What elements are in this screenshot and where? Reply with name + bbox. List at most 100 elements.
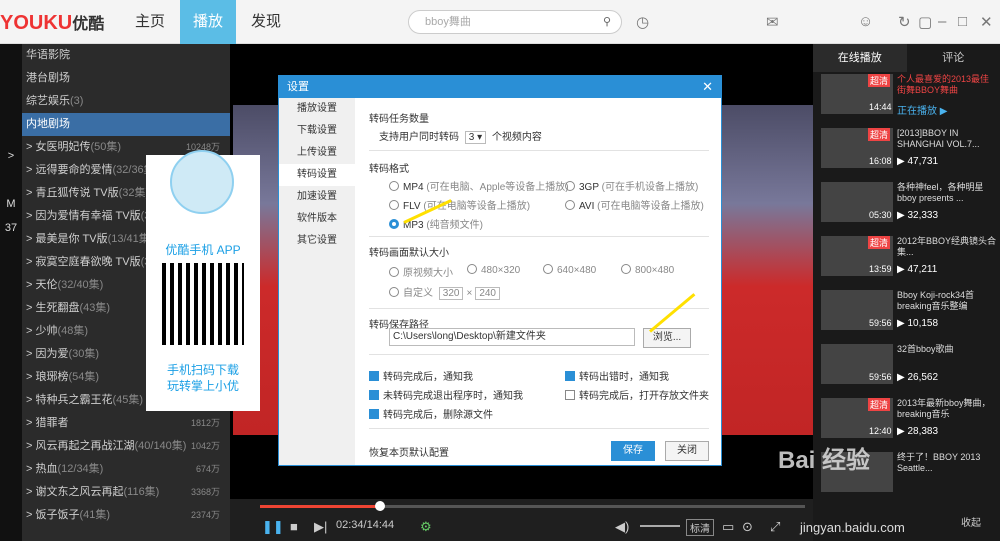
size-480[interactable]: 480×320: [467, 264, 520, 276]
sidebar-item-label: > 远得要命的爱情: [26, 164, 113, 176]
opt-notify-error[interactable]: 转码出错时，通知我: [565, 368, 669, 383]
dialog-nav-item[interactable]: 播放设置: [279, 98, 355, 120]
custom-width-input[interactable]: 320: [438, 287, 464, 300]
sidebar-item-count: (40/140集): [134, 440, 187, 452]
left-strip-item[interactable]: M: [0, 192, 22, 216]
playlist-title: 2013年最新bboy舞曲，breaking音乐: [897, 398, 991, 419]
dialog-nav-item[interactable]: 软件版本: [279, 208, 355, 230]
message-icon[interactable]: ✉: [766, 13, 779, 31]
dialog-nav-item[interactable]: 加速设置: [279, 186, 355, 208]
close-button[interactable]: 关闭: [665, 441, 709, 461]
sidebar-item[interactable]: > 热血(12/34集) 674万: [22, 458, 230, 481]
sidebar-item[interactable]: 内地剧场: [22, 113, 230, 136]
left-strip-item[interactable]: >: [0, 144, 22, 168]
dialog-nav-item[interactable]: 上传设置: [279, 142, 355, 164]
size-custom[interactable]: 自定义 320 × 240: [389, 284, 503, 300]
dialog-nav-item[interactable]: 其它设置: [279, 230, 355, 252]
left-strip-item[interactable]: [0, 72, 22, 96]
skin-icon[interactable]: ▢: [918, 13, 932, 31]
search-input[interactable]: bboy舞曲 ⚲: [408, 10, 622, 34]
user-icon[interactable]: ☺: [858, 13, 873, 30]
tab-online-play[interactable]: 在线播放: [813, 44, 907, 72]
sidebar-item[interactable]: 综艺娱乐(3): [22, 90, 230, 113]
left-strip-item[interactable]: [0, 48, 22, 72]
progress-bar[interactable]: [260, 501, 805, 511]
sidebar-item[interactable]: > 风云再起之再战江湖(40/140集) 1042万: [22, 435, 230, 458]
format-3gp[interactable]: 3GP (可在手机设备上播放): [565, 178, 698, 193]
dialog-nav-item[interactable]: 下载设置: [279, 120, 355, 142]
dialog-nav-item[interactable]: 转码设置: [279, 164, 355, 186]
playlist-item[interactable]: 超清 16:08 [2013]BBOY IN SHANGHAI VOL.7... ▶ …: [821, 128, 996, 182]
collapse-button[interactable]: 收起: [961, 514, 981, 529]
opt-delete-source[interactable]: 转码完成后，删除源文件: [369, 406, 493, 421]
playlist-views: ▶ 10,158: [897, 318, 939, 329]
sidebar-item-count: (12/34集): [57, 463, 104, 475]
playlist-title: 32首bboy歌曲: [897, 344, 954, 354]
sidebar-item-label: > 谢文东之风云再起: [26, 486, 124, 498]
sidebar-item[interactable]: 华语影院: [22, 44, 230, 67]
top-bar: YOUKU优酷 主页 播放 发现 bboy舞曲 ⚲ ◷ ✉ ☺ ↻ ▢ – □ ✕: [0, 0, 1000, 44]
opt-notify-done[interactable]: 转码完成后，通知我: [369, 368, 473, 383]
save-button[interactable]: 保存: [611, 441, 655, 461]
task-prefix: 支持用户同时转码: [379, 132, 459, 143]
sidebar-item[interactable]: > 猎罪者 1812万: [22, 412, 230, 435]
tab-play[interactable]: 播放: [180, 0, 236, 44]
folder-icon[interactable]: ▭: [722, 519, 734, 535]
search-icon[interactable]: ⚲: [603, 11, 611, 33]
save-path-input[interactable]: C:\Users\long\Desktop\新建文件夹: [389, 328, 635, 346]
dialog-close-icon[interactable]: ✕: [702, 76, 713, 98]
tab-comments[interactable]: 评论: [907, 44, 1000, 72]
left-strip-item[interactable]: 37: [0, 216, 22, 240]
tab-home[interactable]: 主页: [122, 0, 178, 44]
left-strip-item[interactable]: [0, 96, 22, 120]
format-mp4[interactable]: MP4 (可在电脑、Apple等设备上播放): [389, 178, 569, 193]
format-flv[interactable]: FLV (可在电脑等设备上播放): [389, 197, 530, 212]
size-original[interactable]: 原视频大小: [389, 264, 453, 279]
maximize-icon[interactable]: □: [958, 13, 967, 30]
sidebar-item-label: > 少帅: [26, 325, 58, 337]
task-row: 支持用户同时转码 3 ▾ 个视频内容: [379, 128, 542, 144]
tab-discover[interactable]: 发现: [238, 0, 294, 44]
history-icon[interactable]: ◷: [636, 13, 649, 31]
playlist-item[interactable]: 05:30 各种神feel，各种明星bboy presents ... ▶ 32,3…: [821, 182, 996, 236]
screenshot-icon[interactable]: ⊙: [742, 519, 753, 535]
sidebar-item-views: 674万: [195, 464, 220, 474]
opt-open-folder[interactable]: 转码完成后，打开存放文件夹: [565, 387, 709, 402]
playlist-item[interactable]: 超清 13:59 2012年BBOY经典镜头合集... ▶ 47,211: [821, 236, 996, 290]
sidebar-item[interactable]: 港台剧场: [22, 67, 230, 90]
sidebar-item-label: > 猎罪者: [26, 417, 69, 429]
progress-handle[interactable]: [374, 501, 385, 511]
fullscreen-icon[interactable]: ⤢: [770, 519, 780, 535]
sidebar-item[interactable]: > 饭子饭子(41集) 2374万: [22, 504, 230, 527]
volume-icon[interactable]: ◀): [615, 519, 629, 535]
task-suffix: 个视频内容: [491, 132, 542, 143]
playlist-item[interactable]: 59:56 Bboy Koji-rock34首breaking音乐整编 ▶ 10,1…: [821, 290, 996, 344]
youku-logo[interactable]: YOUKU优酷: [0, 10, 104, 35]
size-640[interactable]: 640×480: [543, 264, 596, 276]
sidebar-item-count: (30集): [68, 348, 100, 360]
quality-button[interactable]: 标清: [686, 519, 714, 536]
playlist-item[interactable]: 59:56 32首bboy歌曲 ▶ 26,562: [821, 344, 996, 398]
playlist-item[interactable]: 超清 14:44 个人最喜爱的2013最佳街舞BBOY舞曲 正在播放 ▶: [821, 74, 996, 128]
sidebar-item[interactable]: > 谢文东之风云再起(116集) 3368万: [22, 481, 230, 504]
opt-notify-exit[interactable]: 未转码完成退出程序时，通知我: [369, 387, 523, 402]
restore-defaults-link[interactable]: 恢复本页默认配置: [369, 444, 449, 459]
format-mp3[interactable]: MP3 (纯音频文件): [389, 216, 483, 231]
custom-height-input[interactable]: 240: [475, 287, 500, 300]
next-icon[interactable]: ▶|: [314, 519, 327, 535]
playlist-title: Bboy Koji-rock34首breaking音乐整编: [897, 290, 975, 311]
format-avi[interactable]: AVI (可在电脑等设备上播放): [565, 197, 704, 212]
task-count-select[interactable]: 3 ▾: [464, 131, 487, 144]
stop-icon[interactable]: ■: [290, 519, 298, 534]
size-800[interactable]: 800×480: [621, 264, 674, 276]
playlist-title: 终于了！BBOY 2013 Seattle...: [897, 452, 981, 473]
pause-icon[interactable]: ❚❚: [262, 519, 284, 535]
left-strip-item[interactable]: [0, 120, 22, 144]
qr-code: [162, 263, 244, 345]
volume-slider[interactable]: [640, 525, 680, 527]
minimize-icon[interactable]: –: [938, 13, 946, 30]
speed-icon[interactable]: ⚙: [420, 519, 432, 535]
left-strip-item[interactable]: [0, 168, 22, 192]
refresh-icon[interactable]: ↻: [898, 13, 911, 31]
close-icon[interactable]: ✕: [980, 13, 993, 31]
